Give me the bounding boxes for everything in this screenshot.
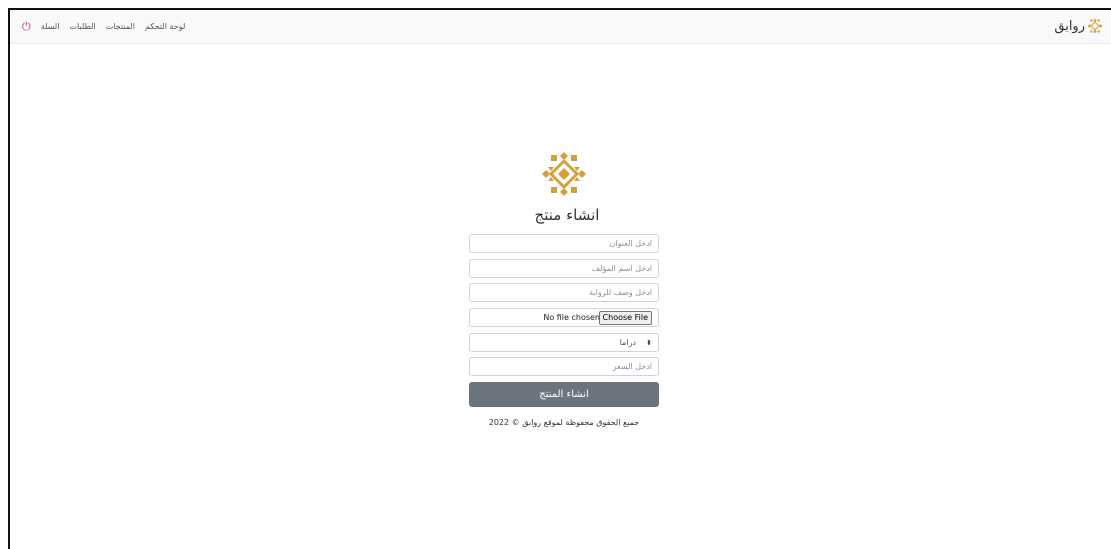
- nav-link-products[interactable]: المنتجات: [106, 22, 135, 31]
- brand-name: روابق: [1054, 18, 1085, 34]
- power-icon[interactable]: ⏻: [22, 20, 31, 34]
- price-input[interactable]: [469, 357, 659, 376]
- sort-arrows-icon: ⬍: [646, 339, 652, 347]
- create-product-button[interactable]: انشاء المنتج: [469, 382, 659, 407]
- diamond-ornament-logo-icon: [542, 152, 586, 196]
- nav-links: ⏻ السلة الطلبات المنتجات لوحة التحكم: [22, 10, 185, 43]
- brand[interactable]: روابق: [1054, 15, 1103, 37]
- nav-link-orders[interactable]: الطلبات: [69, 22, 95, 31]
- title-input[interactable]: [469, 234, 659, 253]
- category-selected-value: دراما: [619, 338, 636, 347]
- category-select[interactable]: ⬍ دراما: [469, 333, 659, 352]
- page-frame: روابق ⏻ السلة الطلبات المنتجات لوحة التح…: [8, 8, 1111, 549]
- author-input[interactable]: [469, 259, 659, 278]
- footer-copyright: جميع الحقوق محفوظة لموقع روابق © 2022: [488, 418, 640, 427]
- choose-file-button[interactable]: Choose File: [598, 311, 652, 325]
- nav-link-dashboard[interactable]: لوحة التحكم: [145, 22, 185, 31]
- page-title: انشاء منتج: [534, 206, 600, 224]
- navbar: روابق ⏻ السلة الطلبات المنتجات لوحة التح…: [10, 10, 1111, 44]
- file-input[interactable]: Choose File No file chosen: [469, 308, 659, 327]
- file-status: No file chosen: [543, 313, 600, 322]
- nav-link-cart[interactable]: السلة: [41, 22, 60, 31]
- brand-logo-icon: [1087, 18, 1103, 34]
- description-input[interactable]: [469, 283, 659, 302]
